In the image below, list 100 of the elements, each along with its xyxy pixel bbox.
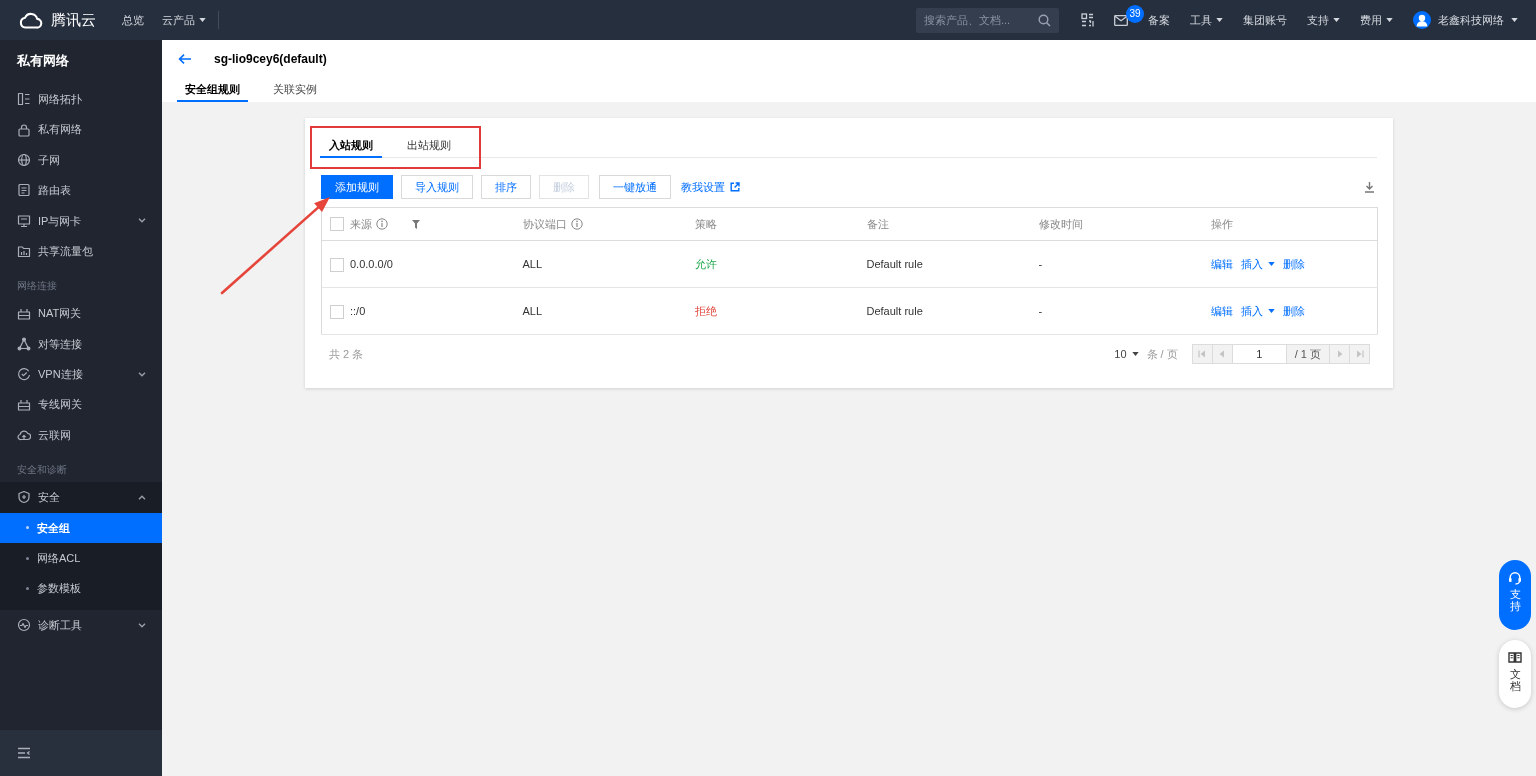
gateway-icon [17,306,31,321]
tab[interactable]: 出站规则 [398,134,460,158]
download-icon[interactable] [1364,181,1375,193]
sidebar-item[interactable]: 网络拓扑 [0,84,162,115]
search-input[interactable]: 搜索产品、文档... [924,11,1038,29]
action-link[interactable]: 编辑 [1210,255,1233,273]
action-link[interactable]: 删除 [1282,302,1305,320]
next-icon [1335,350,1344,358]
checkbox[interactable] [330,257,344,272]
sidebar-item[interactable]: 诊断工具 [0,609,162,641]
sidebar-item[interactable]: 云联网 [0,419,162,451]
menu-link[interactable]: 支持 [1307,11,1340,29]
menu-link[interactable]: 工具 [1190,11,1223,29]
help-link[interactable]: 教我设置 [681,178,740,196]
cloud-icon [18,11,43,29]
table-cell: ALL [522,257,543,270]
action-link[interactable]: 编辑 [1210,302,1233,320]
action-link[interactable]: 插入 [1240,255,1275,273]
policy-text: 允许 [694,257,717,270]
filter-icon[interactable] [412,219,420,229]
checkbox[interactable] [330,217,344,232]
sidebar-item[interactable]: NAT网关 [0,298,162,329]
total-count: 共 2 条 [329,346,364,362]
gateway-icon [17,397,31,412]
submenu-item[interactable]: 网络ACL [0,543,162,574]
tab[interactable]: 关联实例 [265,78,325,102]
sidebar-item[interactable]: 共享流量包 [0,235,162,267]
side-float-button[interactable]: 支持 [1499,560,1531,630]
bullet-icon [26,526,29,530]
sidebar-item[interactable]: 路由表 [0,175,162,206]
page-size-label: 条 / 页 [1146,346,1178,362]
sidebar-item[interactable]: 安全 [0,482,162,513]
column-header: 协议端口 [522,217,567,233]
section-label: 网络连接 [16,279,58,294]
bullet-icon [26,556,29,560]
toolbar-button[interactable]: 一键放通 [599,175,671,199]
column-header: 策略 [694,217,717,233]
sidebar-item[interactable]: 专线网关 [0,389,162,420]
previous-icon [1218,350,1227,358]
document-icon [17,183,31,198]
sidebar-title: 私有网络 [16,52,70,70]
collapse-menu-icon[interactable] [17,747,31,759]
mail-icon[interactable] [1114,14,1128,26]
brand-name: 腾讯云 [51,9,96,30]
action-link[interactable]: 插入 [1240,302,1275,320]
sidebar-item[interactable]: VPN连接 [0,359,162,390]
column-header: 修改时间 [1038,217,1083,233]
table-cell: - [1038,257,1043,270]
checkbox[interactable] [330,304,344,319]
sidebar-item[interactable]: 私有网络 [0,114,162,145]
sidebar-item[interactable]: IP与网卡 [0,205,162,236]
toolbar-button[interactable]: 导入规则 [401,175,473,199]
search-field[interactable]: 搜索产品、文档... [916,7,1059,33]
sidebar-item[interactable]: 子网 [0,144,162,176]
sidebar-item[interactable]: 对等连接 [0,328,162,360]
back-arrow-icon[interactable] [178,53,192,65]
page-count: / 1 页 [1285,344,1330,364]
lock-icon [17,122,31,137]
table-cell: ALL [522,304,543,317]
page-size-select[interactable]: 10 [1114,345,1139,363]
table-cell: Default rule [866,304,923,317]
submenu-item[interactable]: 参数模板 [0,573,162,604]
tab[interactable]: 安全组规则 [177,78,248,102]
action-link[interactable]: 删除 [1282,255,1305,273]
first-page-icon [1198,350,1207,358]
shield-icon [17,490,31,505]
external-link-icon [730,182,740,192]
layout-icon [17,92,31,107]
nav-link[interactable]: 云产品 [162,11,206,29]
book-icon [1508,651,1522,665]
circle-check-icon [17,367,31,382]
toolbar-button[interactable]: 排序 [481,175,531,199]
search-icon[interactable] [1038,13,1051,27]
pulse-icon [17,618,31,633]
page-input[interactable]: 1 [1231,344,1287,364]
table-cell: ::/0 [350,304,366,317]
toolbar-button[interactable]: 添加规则 [321,175,393,199]
table-cell: Default rule [866,257,923,270]
policy-text: 拒绝 [694,304,717,317]
menu-link[interactable]: 费用 [1360,11,1393,29]
bullet-icon [26,587,29,591]
page-title: sg-lio9cey6(default) [214,51,327,68]
folder-chart-icon [17,244,31,259]
avatar-icon [1413,11,1431,29]
menu-link[interactable]: 集团账号 [1243,11,1287,29]
account-menu[interactable]: 老鑫科技网络 [1413,11,1518,29]
caret-icon [1131,352,1139,356]
globe-icon [17,152,31,167]
qr-code-icon[interactable] [1081,13,1094,27]
table-cell: 0.0.0.0/0 [350,257,393,270]
menu-link[interactable]: 备案 [1148,11,1170,29]
table-cell: - [1038,304,1043,317]
headset-icon [1508,571,1522,585]
column-header: 操作 [1210,217,1233,233]
triangle-nodes-icon [17,336,31,351]
nav-link[interactable]: 总览 [122,11,144,29]
monitor-icon [17,213,31,228]
submenu-item[interactable]: 安全组 [0,512,162,544]
tab[interactable]: 入站规则 [320,134,382,158]
side-float-button[interactable]: 文档 [1499,640,1531,708]
